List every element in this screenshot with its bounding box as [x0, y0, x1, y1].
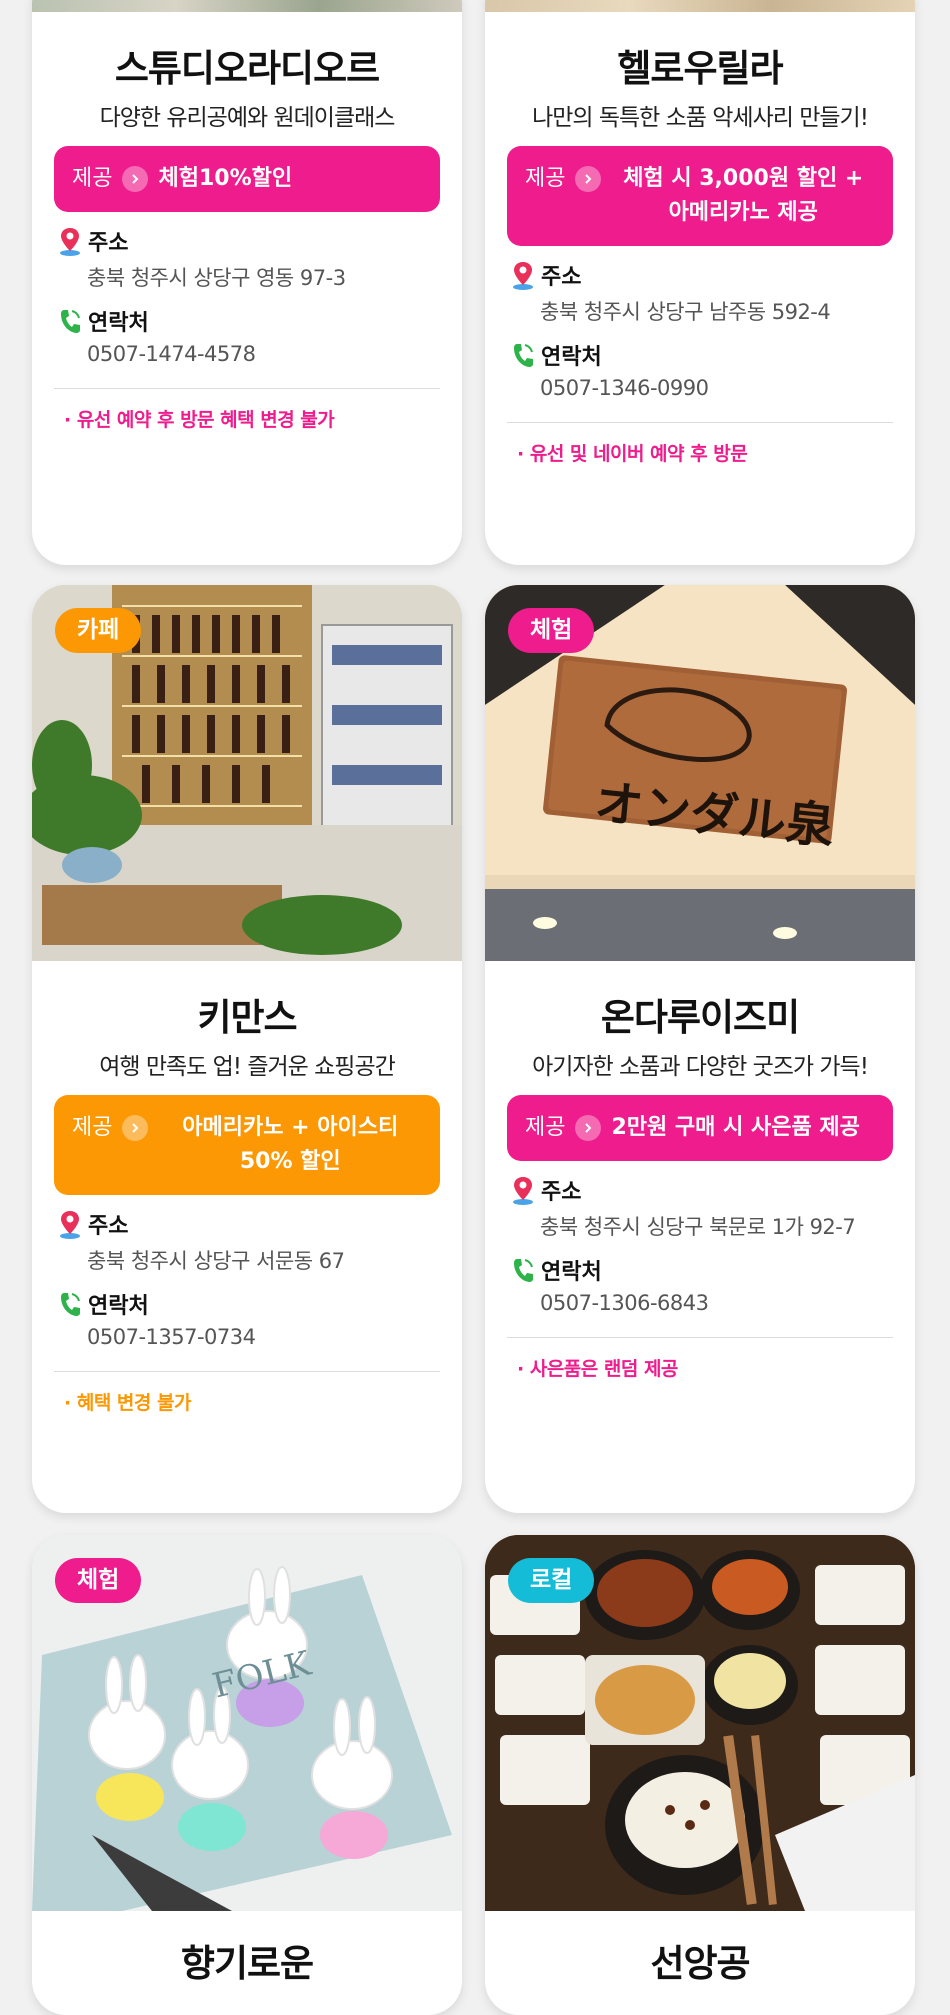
shop-photo: オンダル泉 체험	[485, 585, 915, 961]
phone-icon	[514, 344, 533, 367]
phone-value[interactable]: 0507-1306-6843	[540, 1291, 893, 1321]
address-label: 주소	[507, 1175, 893, 1205]
address-value: 충북 청주시 상당구 영동 97-3	[87, 266, 346, 290]
notice-text: · 사은품은 랜덤 제공	[517, 1358, 678, 1380]
shop-photo	[32, 0, 462, 12]
address-value: 충북 청주시 상당구 남주동 592-4	[540, 300, 831, 324]
contact-label-text: 연락처	[88, 1294, 149, 1319]
shop-card-kimans[interactable]: 카페 키만스 여행 만족도 업! 즐거운 쇼핑공간 제공 아메리카노 + 아이스…	[32, 585, 462, 1513]
contact-label-text: 연락처	[541, 1260, 602, 1285]
notice-text: · 유선 예약 후 방문 혜택 변경 불가	[64, 409, 335, 431]
offer-box: 제공 체험10%할인	[54, 146, 440, 212]
contact-label: 연락처	[54, 1289, 440, 1319]
shop-slogan: 나만의 독특한 소품 악세사리 만들기!	[532, 105, 869, 131]
contact-label: 연락처	[507, 340, 893, 370]
shop-name: 스튜디오라디오르	[114, 47, 380, 90]
shop-name: 키만스	[197, 996, 297, 1039]
notice-text: · 혜택 변경 불가	[64, 1392, 191, 1414]
shop-name: 온다루이즈미	[600, 996, 800, 1039]
map-pin-icon	[513, 262, 533, 290]
shop-name: 선앙공	[650, 1942, 750, 1985]
shop-name: 향기로운	[180, 1942, 314, 1985]
offer-box: 제공 아메리카노 + 아이스티 50% 할인	[54, 1095, 440, 1195]
address-label: 주소	[507, 260, 893, 290]
offer-text: 체험10%할인	[158, 166, 293, 191]
chevron-right-icon	[122, 166, 149, 192]
contact-label: 연락처	[507, 1255, 893, 1285]
address-value: 충북 청주시 싱당구 북문로 1가 92-7	[540, 1215, 856, 1239]
address-label-text: 주소	[88, 1214, 129, 1239]
address-label: 주소	[54, 226, 440, 256]
contact-label-text: 연락처	[88, 311, 149, 336]
chevron-right-icon	[575, 1115, 602, 1141]
shop-photo: FOLK 체험	[32, 1535, 462, 1911]
offer-tag: 제공	[72, 1115, 113, 1140]
shop-card-ondaruizumi[interactable]: オンダル泉 체험 온다루이즈미 아기자한 소품과 다양한 굿즈가 가득! 제공 …	[485, 585, 915, 1513]
offer-tag: 제공	[525, 166, 566, 191]
category-badge: 체험	[55, 1558, 142, 1603]
phone-value[interactable]: 0507-1346-0990	[540, 376, 893, 406]
offer-text: 아메리카노 + 아이스티 50% 할인	[182, 1115, 399, 1174]
shop-slogan: 다양한 유리공예와 원데이클래스	[99, 105, 396, 131]
shop-card-seonanggong[interactable]: 로컬 선앙공	[485, 1535, 915, 2015]
map-pin-icon	[513, 1177, 533, 1205]
shop-photo: 카페	[32, 585, 462, 961]
phone-icon	[514, 1259, 533, 1282]
shop-card-hellowrilla[interactable]: 헬로우릴라 나만의 독특한 소품 악세사리 만들기! 제공 체험 시 3,000…	[485, 0, 915, 565]
contact-label-text: 연락처	[541, 345, 602, 370]
shop-slogan: 아기자한 소품과 다양한 굿즈가 가득!	[532, 1054, 869, 1080]
offer-text: 체험 시 3,000원 할인 + 아메리카노 제공	[623, 166, 864, 225]
address-label: 주소	[54, 1209, 440, 1239]
notice-text: · 유선 및 네이버 예약 후 방문	[517, 443, 748, 465]
shop-card-hyangiroun[interactable]: FOLK 체험 향기로운	[32, 1535, 462, 2015]
divider	[54, 1371, 440, 1372]
shop-slogan: 여행 만족도 업! 즐거운 쇼핑공간	[99, 1054, 396, 1080]
address-value: 충북 청주시 상당구 서문동 67	[87, 1249, 345, 1273]
offer-tag: 제공	[72, 166, 113, 191]
offer-text: 2만원 구매 시 사은품 제공	[611, 1115, 860, 1140]
phone-icon	[61, 310, 80, 333]
divider	[507, 422, 893, 423]
shop-card-studio[interactable]: 스튜디오라디오르 다양한 유리공예와 원데이클래스 제공 체험10%할인 주소 …	[32, 0, 462, 565]
offer-box: 제공 2만원 구매 시 사은품 제공	[507, 1095, 893, 1161]
shop-photo	[485, 0, 915, 12]
shop-photo: 로컬	[485, 1535, 915, 1911]
divider	[54, 388, 440, 389]
category-badge: 로컬	[508, 1558, 595, 1603]
address-label-text: 주소	[88, 231, 129, 256]
phone-icon	[61, 1293, 80, 1316]
shop-name: 헬로우릴라	[617, 47, 783, 90]
map-pin-icon	[60, 1211, 80, 1239]
chevron-right-icon	[575, 166, 602, 192]
chevron-right-icon	[122, 1115, 149, 1141]
category-badge: 체험	[508, 608, 595, 653]
offer-box: 제공 체험 시 3,000원 할인 + 아메리카노 제공	[507, 146, 893, 246]
category-badge: 카페	[55, 608, 142, 653]
map-pin-icon	[60, 228, 80, 256]
phone-value[interactable]: 0507-1474-4578	[87, 342, 440, 372]
address-label-text: 주소	[541, 265, 582, 290]
divider	[507, 1337, 893, 1338]
contact-label: 연락처	[54, 306, 440, 336]
phone-value[interactable]: 0507-1357-0734	[87, 1325, 440, 1355]
address-label-text: 주소	[541, 1180, 582, 1205]
offer-tag: 제공	[525, 1115, 566, 1140]
